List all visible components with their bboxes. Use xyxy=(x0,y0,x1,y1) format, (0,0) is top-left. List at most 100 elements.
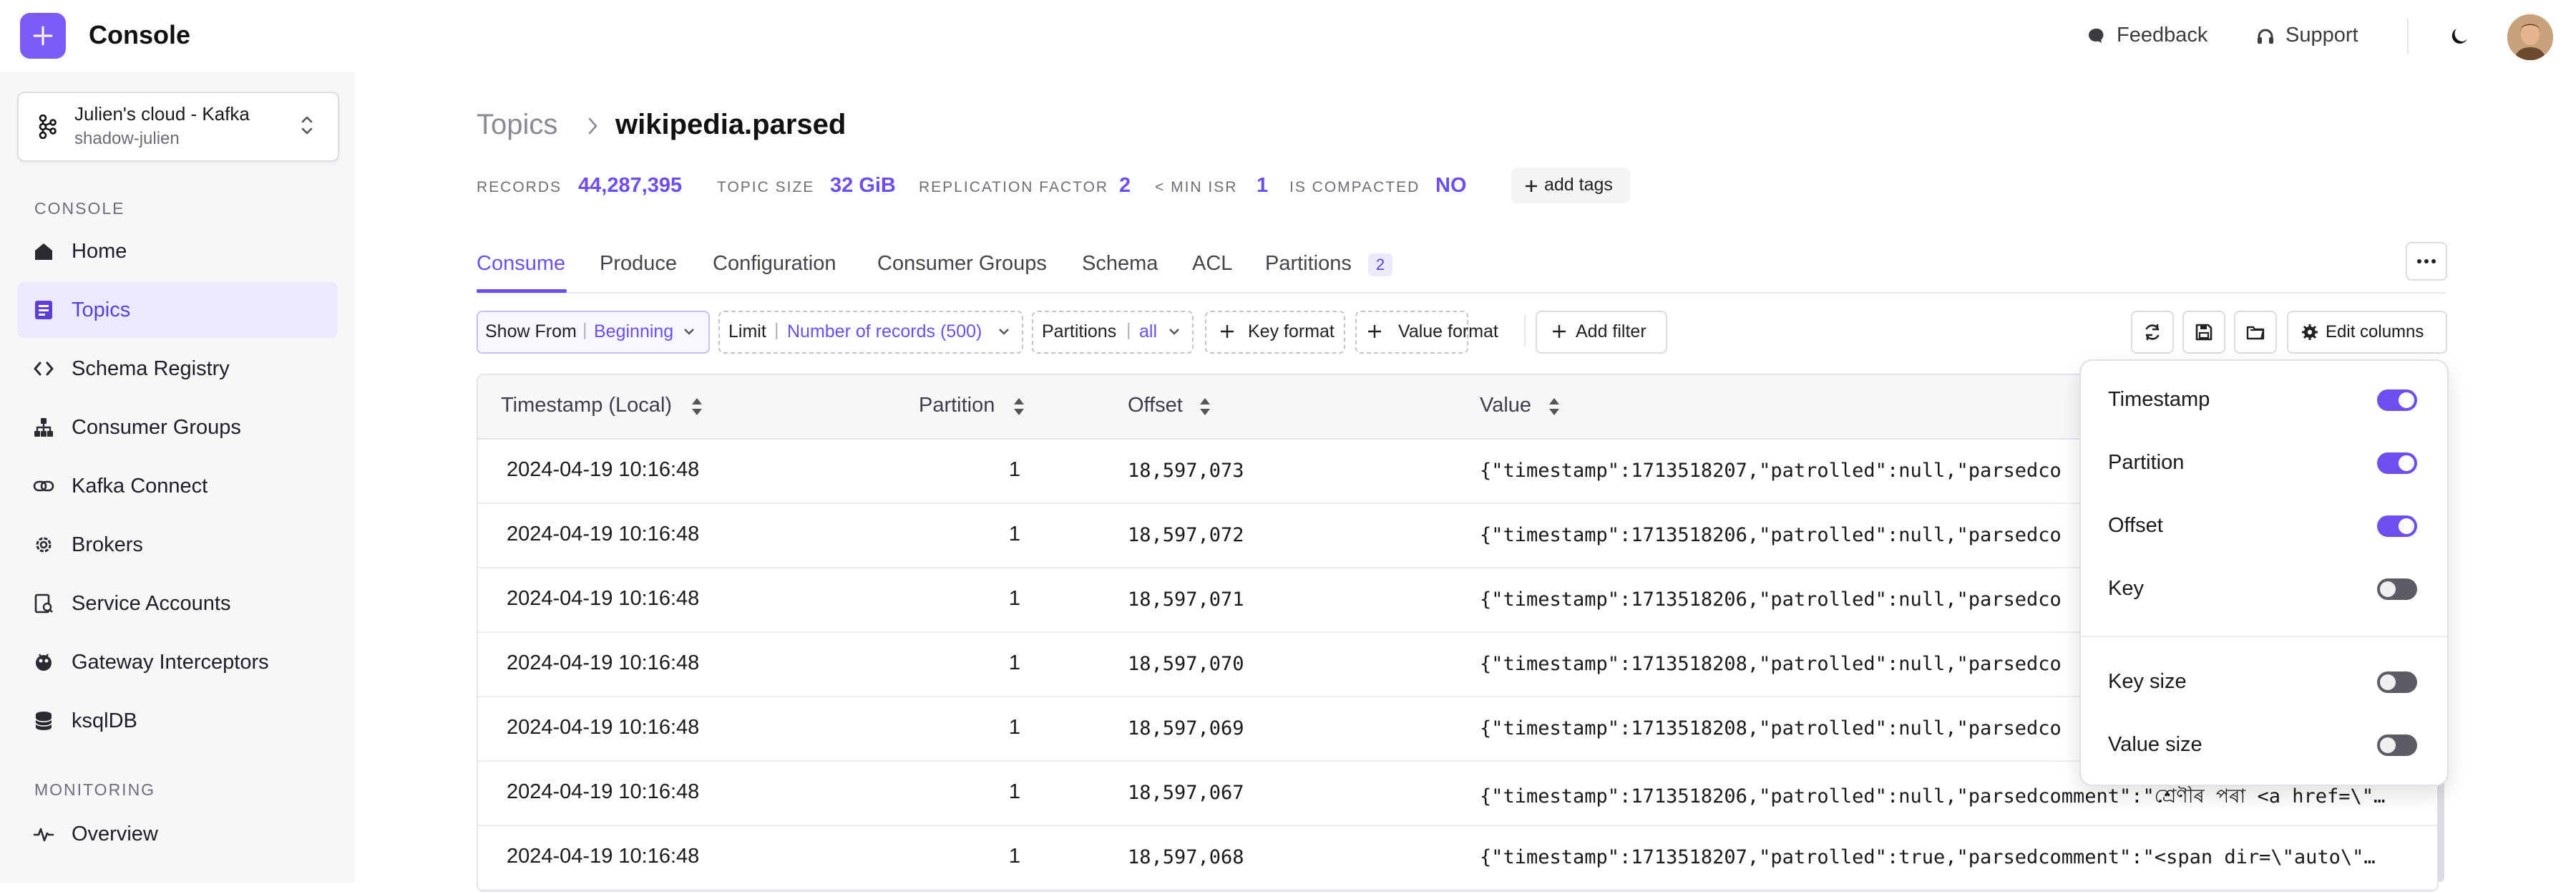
show-from-value: Beginning xyxy=(594,321,674,341)
tab-schema[interactable]: Schema xyxy=(1082,252,1158,276)
refresh-button[interactable] xyxy=(2131,311,2174,354)
limit-select[interactable]: Limit | Number of records (500) xyxy=(718,311,1023,354)
tab-consume[interactable]: Consume xyxy=(477,252,565,276)
tabs-divider xyxy=(477,292,2446,294)
sidebar-item-consumer-groups[interactable]: Consumer Groups xyxy=(17,399,338,455)
link-icon xyxy=(33,480,54,492)
column-toggle-key[interactable] xyxy=(2377,578,2417,600)
cell-partition: 1 xyxy=(1008,780,1020,803)
tab-partitions[interactable]: Partitions xyxy=(1265,252,1352,276)
cell-timestamp: 2024-04-19 10:16:48 xyxy=(507,716,700,739)
add-filter-button[interactable]: Add filter xyxy=(1536,311,1667,354)
interceptor-icon xyxy=(36,654,52,671)
folder-icon xyxy=(2246,326,2265,340)
stat-size-value: 32 GiB xyxy=(830,174,896,197)
tab-acl[interactable]: ACL xyxy=(1192,252,1232,276)
key-format-button[interactable]: Key format xyxy=(1205,311,1345,354)
cell-offset: 18,597,068 xyxy=(1128,846,1244,868)
cell-value: {"timestamp":1713518206,"patrolled":null… xyxy=(1480,785,2386,808)
cell-offset: 18,597,072 xyxy=(1128,524,1244,546)
sidebar-item-schema-registry[interactable]: Schema Registry xyxy=(17,341,338,397)
column-toggle-value-size[interactable] xyxy=(2377,735,2417,756)
column-option-key-label: Key xyxy=(2108,577,2144,600)
cell-offset: 18,597,073 xyxy=(1128,460,1244,482)
ellipsis-icon xyxy=(2417,259,2436,263)
avatar[interactable] xyxy=(2507,14,2553,60)
column-option-key-size-label: Key size xyxy=(2108,670,2187,693)
chevron-right-icon xyxy=(588,117,597,135)
column-header-timestamp[interactable]: Timestamp (Local) xyxy=(501,394,672,417)
moon-icon[interactable] xyxy=(2447,24,2470,47)
sort-icon[interactable] xyxy=(1547,397,1561,417)
edit-columns-button[interactable]: Edit columns xyxy=(2287,311,2447,354)
sidebar-item-gateway-interceptors[interactable]: Gateway Interceptors xyxy=(17,634,338,690)
breadcrumb-topics-link[interactable]: Topics xyxy=(477,109,557,141)
stat-min-isr-value: 1 xyxy=(1257,174,1269,197)
chevron-down-icon xyxy=(999,329,1009,335)
stat-compacted-label: IS COMPACTED xyxy=(1289,179,1420,195)
column-header-partition[interactable]: Partition xyxy=(919,394,995,417)
sidebar-item-topics[interactable]: Topics xyxy=(17,282,338,338)
cell-timestamp: 2024-04-19 10:16:48 xyxy=(507,523,700,546)
sidebar-item-home[interactable]: Home xyxy=(17,223,338,279)
support-label: Support xyxy=(2285,24,2358,47)
toolbar-divider xyxy=(1524,315,1526,346)
column-toggle-offset[interactable] xyxy=(2377,515,2417,537)
code-icon xyxy=(34,362,54,376)
tab-produce[interactable]: Produce xyxy=(600,252,677,276)
app-title: Console xyxy=(89,20,191,49)
column-header-offset[interactable]: Offset xyxy=(1128,394,1183,417)
edit-columns-label: Edit columns xyxy=(2326,322,2424,341)
show-from-select[interactable]: Show From | Beginning xyxy=(477,311,710,354)
sidebar-item-ksqldb[interactable]: ksqlDB xyxy=(17,693,338,749)
sort-icon[interactable] xyxy=(1012,397,1026,417)
database-icon xyxy=(35,712,52,730)
cell-value: {"timestamp":1713518208,"patrolled":null… xyxy=(1480,653,2062,675)
cell-timestamp: 2024-04-19 10:16:48 xyxy=(507,587,700,610)
show-from-label: Show From xyxy=(485,321,577,341)
column-toggle-key-size[interactable] xyxy=(2377,672,2417,693)
cell-timestamp: 2024-04-19 10:16:48 xyxy=(507,458,700,481)
sidebar-item-label: Consumer Groups xyxy=(72,416,241,439)
partitions-value: all xyxy=(1139,321,1158,341)
sort-icon[interactable] xyxy=(1198,397,1212,417)
stat-min-isr-label: < MIN ISR xyxy=(1155,179,1238,195)
account-icon xyxy=(34,593,53,614)
cell-partition: 1 xyxy=(1008,651,1020,674)
column-toggle-timestamp[interactable] xyxy=(2377,389,2417,411)
save-button[interactable] xyxy=(2182,311,2225,354)
open-folder-button[interactable] xyxy=(2234,311,2277,354)
tab-configuration[interactable]: Configuration xyxy=(713,252,836,276)
tab-consumer-groups[interactable]: Consumer Groups xyxy=(877,252,1047,276)
sidebar-item-label: ksqlDB xyxy=(72,709,137,732)
sidebar-item-brokers[interactable]: Brokers xyxy=(17,517,338,573)
more-options-button[interactable] xyxy=(2406,242,2447,281)
console-app: Console Feedback Support Julien's cloud … xyxy=(0,0,2576,892)
cluster-selector[interactable]: Julien's cloud - Kafka shadow-julien xyxy=(17,92,339,162)
sidebar-item-overview[interactable]: Overview xyxy=(17,806,338,862)
home-icon xyxy=(35,243,52,260)
sort-icon[interactable] xyxy=(690,397,704,417)
sidebar-item-kafka-connect[interactable]: Kafka Connect xyxy=(17,458,338,514)
cell-timestamp: 2024-04-19 10:16:48 xyxy=(507,651,700,674)
pulse-icon xyxy=(33,828,54,842)
add-filter-label: Add filter xyxy=(1576,321,1646,341)
table-row[interactable]: 2024-04-19 10:16:48 1 18,597,068 {"times… xyxy=(478,826,2437,891)
cell-partition: 1 xyxy=(1008,523,1020,546)
cell-value: {"timestamp":1713518207,"patrolled":null… xyxy=(1480,460,2062,482)
add-tags-button[interactable]: add tags xyxy=(1511,168,1630,203)
console-logo-icon[interactable] xyxy=(20,13,66,59)
cell-value: {"timestamp":1713518206,"patrolled":null… xyxy=(1480,588,2062,611)
chip-divider: | xyxy=(1126,320,1131,340)
column-header-value[interactable]: Value xyxy=(1480,394,1531,417)
headset-icon xyxy=(2258,29,2273,44)
save-icon xyxy=(2195,324,2212,341)
partitions-select[interactable]: Partitions | all xyxy=(1032,311,1194,354)
popover-divider xyxy=(2081,636,2447,637)
add-tags-label: add tags xyxy=(1544,175,1613,195)
column-toggle-partition[interactable] xyxy=(2377,452,2417,474)
sidebar-item-service-accounts[interactable]: Service Accounts xyxy=(17,576,338,631)
cluster-name: Julien's cloud - Kafka xyxy=(74,103,250,125)
value-format-button[interactable]: Value format xyxy=(1355,311,1498,354)
chat-bubble-icon xyxy=(2088,28,2104,43)
